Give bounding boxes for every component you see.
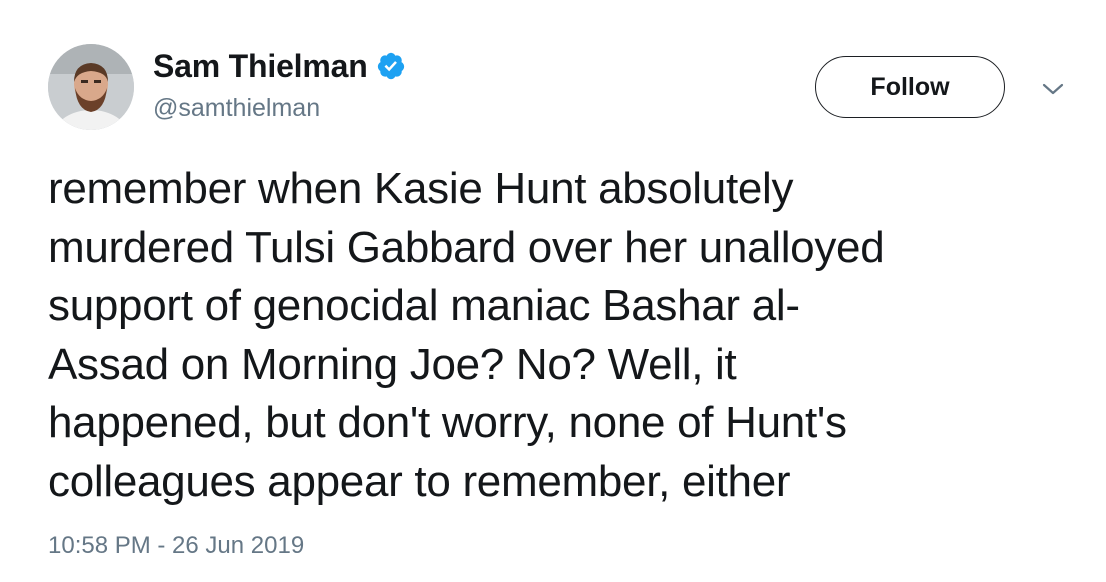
author-handle[interactable]: @samthielman xyxy=(153,94,320,123)
tweet-text-line: happened, but don't worry, none of Hunt'… xyxy=(48,398,847,447)
tweet-card: Sam Thielman @samthielman Follow remembe… xyxy=(0,0,1106,582)
avatar[interactable] xyxy=(48,44,134,130)
avatar-photo xyxy=(48,44,134,130)
tweet-text-line: murdered Tulsi Gabbard over her unalloye… xyxy=(48,222,885,272)
tweet-text-line: support of genocidal maniac Bashar al- xyxy=(48,281,800,330)
author-display-name[interactable]: Sam Thielman xyxy=(153,48,368,85)
author-name-row: Sam Thielman xyxy=(153,46,406,86)
verified-badge-icon xyxy=(376,51,406,81)
follow-button[interactable]: Follow xyxy=(815,56,1005,118)
tweet-text-line: colleagues appear to remember, either xyxy=(48,456,791,506)
tweet-text: remember when Kasie Hunt absolutely murd… xyxy=(48,160,1048,511)
tweet-timestamp[interactable]: 10:58 PM - 26 Jun 2019 xyxy=(48,532,304,560)
tweet-text-line: remember when Kasie Hunt absolutely xyxy=(48,164,794,213)
tweet-text-line: Assad on Morning Joe? No? Well, it xyxy=(48,339,737,389)
chevron-down-icon[interactable] xyxy=(1040,78,1066,100)
